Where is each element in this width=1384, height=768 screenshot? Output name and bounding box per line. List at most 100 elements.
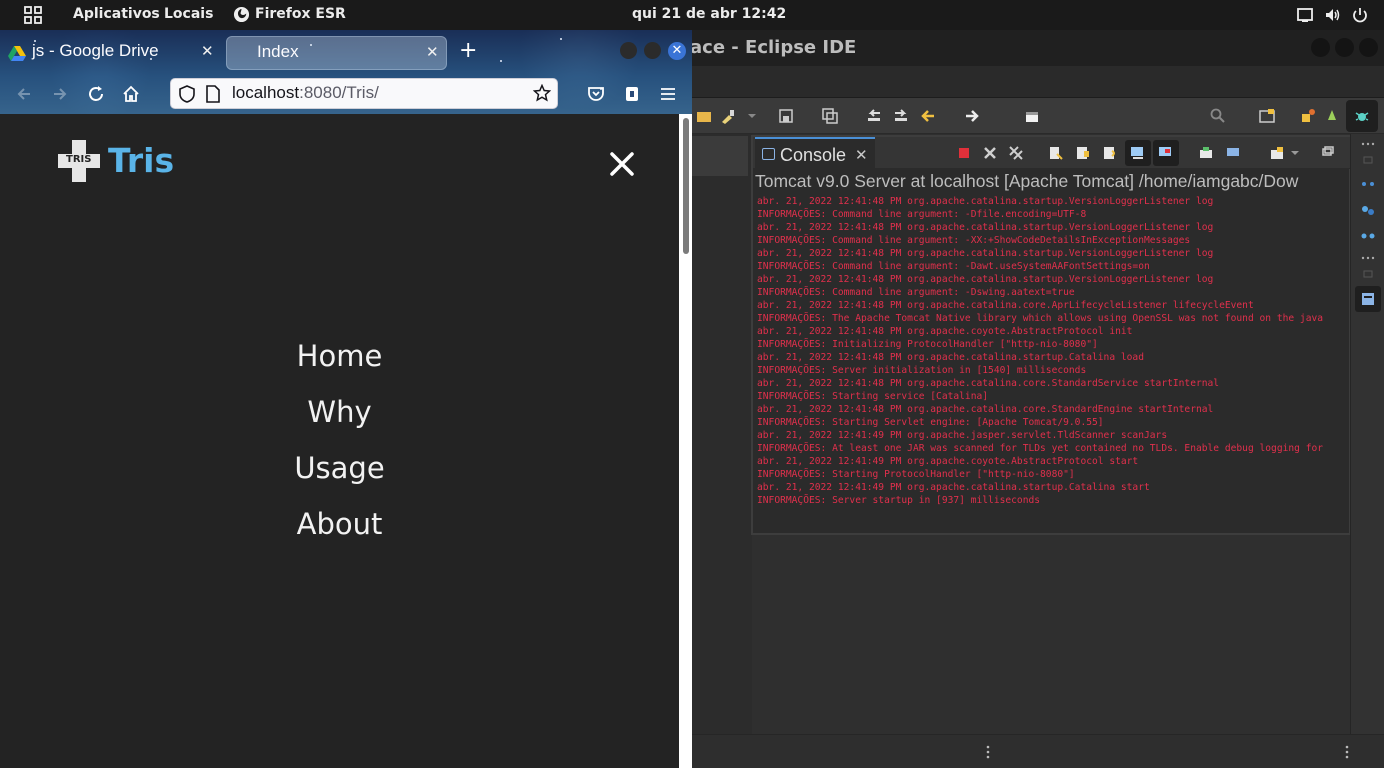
stdout-icon (1131, 147, 1143, 159)
toolbar-java-ee-icon[interactable] (1300, 108, 1316, 124)
home-icon[interactable] (121, 84, 141, 104)
status-dots-icon[interactable] (986, 745, 990, 759)
toolbar-brush-icon[interactable] (720, 108, 736, 124)
pin-console-icon[interactable] (1198, 145, 1214, 161)
close-tab-icon[interactable]: ✕ (201, 42, 214, 60)
eclipse-window: ace - Eclipse IDE Console ✕ Tomcat v9.0 … (690, 30, 1384, 768)
status-dots-2-icon[interactable] (1345, 745, 1349, 759)
debug-perspective-button[interactable] (1346, 100, 1378, 132)
page-info-icon[interactable] (206, 85, 220, 103)
web-page: TRIS Tris Home Why Usage About (0, 114, 679, 768)
console-log-line: abr. 21, 2022 12:41:49 PM org.apache.cat… (757, 482, 1150, 493)
show-on-stderr-button[interactable] (1153, 140, 1179, 166)
close-tab-icon[interactable]: ✕ (426, 43, 439, 61)
eclipse-toolbar (690, 98, 1384, 134)
back-icon[interactable] (14, 84, 34, 104)
url-bar[interactable]: localhost:8080/Tris/ (170, 78, 558, 109)
active-app-name[interactable]: Firefox ESR (255, 6, 346, 22)
close-console-tab-icon[interactable]: ✕ (855, 146, 868, 164)
maximize-button[interactable] (1335, 38, 1354, 57)
navigation-bar: localhost:8080/Tris/ (0, 74, 692, 114)
toolbar-window-icon[interactable] (1024, 108, 1040, 124)
site-title[interactable]: Tris (108, 141, 174, 180)
volume-icon[interactable] (1324, 6, 1342, 24)
console-log-line: abr. 21, 2022 12:41:48 PM org.apache.cat… (757, 196, 1214, 207)
remove-launch-icon[interactable] (982, 145, 998, 161)
servers-view-icon[interactable] (1360, 204, 1376, 216)
minimize-button[interactable] (1311, 38, 1330, 57)
eclipse-title-bar: ace - Eclipse IDE (690, 30, 1384, 66)
screen-icon[interactable] (1296, 6, 1314, 24)
toolbar-forward-icon[interactable] (964, 108, 980, 124)
word-wrap-icon[interactable] (1102, 145, 1118, 161)
toolbar-folder-icon[interactable] (696, 108, 712, 124)
toolbar-back-nav-icon[interactable] (866, 108, 882, 124)
outline-view-icon[interactable] (1360, 178, 1376, 190)
show-on-stdout-button[interactable] (1125, 140, 1151, 166)
nav-link-why[interactable]: Why (0, 395, 679, 429)
close-menu-icon[interactable] (606, 148, 638, 180)
toolbar-dropdown-icon[interactable] (744, 108, 760, 124)
console-tab-bar: Console ✕ (753, 137, 1353, 169)
app-grid-icon[interactable] (24, 6, 42, 24)
stderr-icon (1159, 147, 1171, 156)
toolbar-forward-nav-icon[interactable] (893, 108, 909, 124)
console-log-line: abr. 21, 2022 12:41:49 PM org.apache.jas… (757, 430, 1168, 441)
remove-all-launches-icon[interactable] (1008, 145, 1024, 161)
firefox-window: js - Google Drive ✕ Index ✕ + ✕ localhos… (0, 30, 692, 768)
forward-icon[interactable] (50, 84, 70, 104)
console-trim-button[interactable] (1355, 286, 1381, 312)
places-menu[interactable]: Locais (164, 6, 213, 22)
close-window-button[interactable]: ✕ (668, 42, 686, 60)
toolbar-perspective-icon[interactable] (1259, 108, 1275, 124)
toolbar-search-icon[interactable] (1210, 108, 1226, 124)
scroll-lock-icon[interactable] (1075, 145, 1091, 161)
eclipse-left-area (690, 134, 752, 734)
toolbar-back-icon[interactable] (920, 108, 936, 124)
extension-icon[interactable] (622, 84, 642, 104)
hamburger-menu-icon[interactable] (658, 84, 678, 104)
power-icon[interactable] (1351, 6, 1369, 24)
nav-link-home[interactable]: Home (0, 339, 679, 373)
pocket-icon[interactable] (586, 84, 606, 104)
eclipse-window-title: ace - Eclipse IDE (690, 37, 857, 58)
console-log-line: abr. 21, 2022 12:41:48 PM org.apache.cat… (757, 352, 1144, 363)
debug-bug-icon (1355, 112, 1369, 121)
nav-link-about[interactable]: About (0, 507, 679, 541)
trim-dots-icon[interactable] (1360, 138, 1376, 150)
console-trim-icon (1362, 293, 1374, 305)
new-tab-button[interactable]: + (459, 38, 477, 63)
restore-2-icon[interactable] (1360, 268, 1376, 280)
eclipse-menu-bar (690, 66, 1384, 98)
scrollbar-thumb[interactable] (683, 118, 689, 254)
console-log-line: INFORMAÇÕES: Command line argument: -Daw… (757, 261, 1150, 272)
toolbar-save-icon[interactable] (778, 108, 794, 124)
tab-google-drive[interactable]: js - Google Drive ✕ (0, 36, 222, 70)
display-console-icon[interactable] (1225, 145, 1241, 161)
maximize-button[interactable] (644, 42, 661, 59)
console-log-line: INFORMAÇÕES: At least one JAR was scanne… (757, 443, 1324, 454)
maximize-view-icon[interactable] (1319, 145, 1335, 161)
open-console-icon[interactable] (1269, 145, 1285, 161)
bookmark-star-icon[interactable] (533, 84, 551, 102)
tracking-protection-icon[interactable] (179, 85, 195, 103)
close-button[interactable] (1359, 38, 1378, 57)
debug-view-icon[interactable] (1360, 230, 1376, 242)
restore-icon[interactable] (1360, 154, 1376, 166)
reload-icon[interactable] (86, 84, 106, 104)
firefox-toolbar-area: js - Google Drive ✕ Index ✕ + ✕ localhos… (0, 30, 692, 114)
toolbar-save-all-icon[interactable] (822, 108, 838, 124)
minimize-button[interactable] (620, 42, 637, 59)
url-host: localhost (232, 83, 300, 102)
console-log-line: abr. 21, 2022 12:41:48 PM org.apache.cat… (757, 274, 1214, 285)
clock[interactable]: qui 21 de abr 12:42 (632, 6, 786, 22)
tab-index[interactable]: Index ✕ (226, 36, 447, 70)
toolbar-java-icon[interactable] (1324, 108, 1340, 124)
console-tab[interactable]: Console ✕ (755, 137, 875, 169)
open-console-dropdown-icon[interactable] (1287, 145, 1303, 161)
nav-link-usage[interactable]: Usage (0, 451, 679, 485)
terminate-icon[interactable] (956, 145, 972, 161)
trim-dots-2-icon[interactable] (1360, 252, 1376, 264)
applications-menu[interactable]: Aplicativos (73, 6, 160, 22)
clear-console-icon[interactable] (1048, 145, 1064, 161)
